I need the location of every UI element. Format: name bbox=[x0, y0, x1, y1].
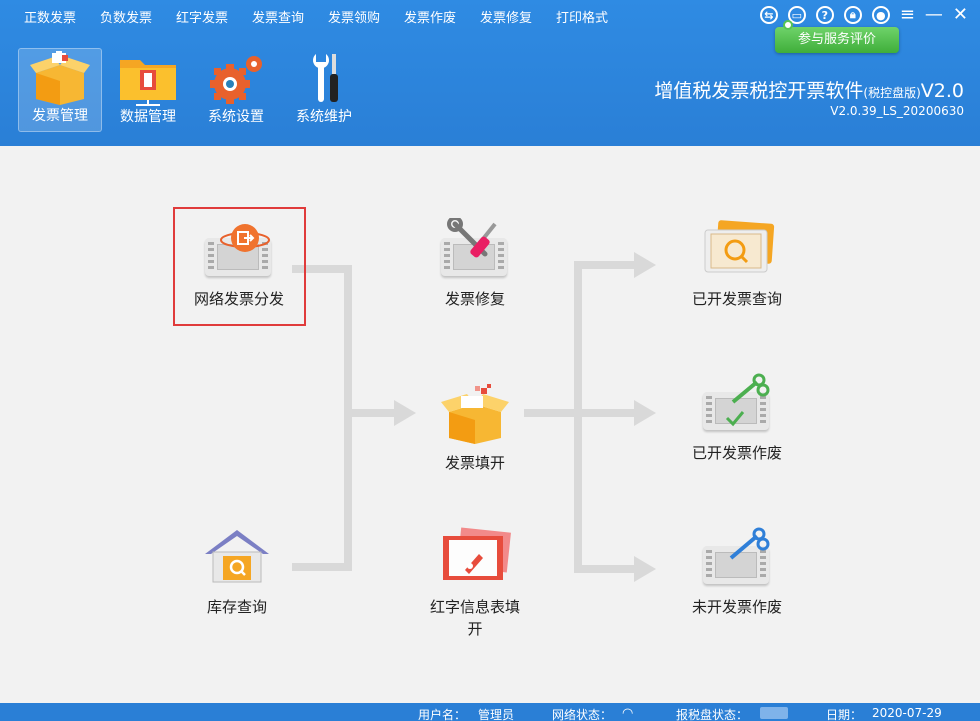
wifi-icon: ◠ bbox=[622, 706, 634, 721]
flow-connector bbox=[574, 261, 636, 269]
node-invoice-repair[interactable]: 发票修复 bbox=[410, 218, 540, 310]
node-label: 已开发票作废 bbox=[691, 444, 782, 462]
toolbar-data-management[interactable]: 数据管理 bbox=[106, 48, 190, 132]
status-date-value: 2020-07-29 bbox=[872, 706, 942, 720]
toolbar-system-settings[interactable]: 系统设置 bbox=[194, 48, 278, 132]
invoice-box-icon bbox=[435, 382, 515, 446]
feedback-indicator-icon bbox=[783, 20, 793, 30]
invoice-void-check-icon bbox=[697, 372, 777, 436]
arrow-icon bbox=[634, 556, 656, 582]
feedback-button[interactable]: 参与服务评价 bbox=[775, 27, 899, 53]
status-date-label: 日期： bbox=[826, 708, 863, 721]
menu-icon[interactable]: ≡ bbox=[900, 6, 915, 24]
menu-item-print-format[interactable]: 打印格式 bbox=[556, 7, 608, 26]
menu-item-invoice-purchase[interactable]: 发票领购 bbox=[328, 7, 380, 26]
status-bar: 用户名： 管理员 网络状态： ◠ 报税盘状态： 日期： 2020-07-29 bbox=[0, 703, 980, 721]
node-inventory-query[interactable]: 库存查询 bbox=[172, 526, 302, 618]
node-invoice-fill[interactable]: 发票填开 bbox=[410, 382, 540, 474]
node-label: 红字信息表填开 bbox=[429, 598, 520, 638]
toolbar-label: 发票管理 bbox=[32, 108, 88, 124]
toolbar-label: 数据管理 bbox=[120, 109, 176, 125]
red-letter-form-icon bbox=[435, 526, 515, 590]
node-red-info-fill[interactable]: 红字信息表填开 bbox=[410, 526, 540, 640]
flow-connector bbox=[574, 261, 582, 573]
menu-item-red-invoice[interactable]: 红字发票 bbox=[176, 7, 228, 26]
toolbar-label: 系统维护 bbox=[296, 109, 352, 125]
invoice-box-icon bbox=[28, 51, 92, 107]
workflow-panel: 网络发票分发 发票修复 已开发票查询 发票填开 已开发票作废 库存查询 红字信息… bbox=[0, 146, 980, 703]
invoice-search-icon bbox=[697, 218, 777, 282]
node-label: 发票修复 bbox=[444, 290, 505, 308]
flow-connector bbox=[574, 565, 636, 573]
app-title: 增值税发票税控开票软件(税控盘版)V2.0 bbox=[654, 80, 964, 102]
toolbar-system-maintenance[interactable]: 系统维护 bbox=[282, 48, 366, 132]
menu-item-invoice-query[interactable]: 发票查询 bbox=[252, 7, 304, 26]
flow-connector bbox=[578, 409, 636, 417]
status-disk-label: 报税盘状态： bbox=[676, 708, 749, 721]
node-issued-invoice-query[interactable]: 已开发票查询 bbox=[672, 218, 802, 310]
folder-icon bbox=[116, 50, 180, 106]
status-user-label: 用户名： bbox=[418, 708, 467, 721]
close-icon[interactable]: ✕ bbox=[953, 6, 968, 24]
disk-status-icon bbox=[760, 707, 788, 719]
node-label: 网络发票分发 bbox=[193, 290, 284, 308]
menu-item-invoice-repair[interactable]: 发票修复 bbox=[480, 7, 532, 26]
node-unissued-invoice-void[interactable]: 未开发票作废 bbox=[672, 526, 802, 618]
warehouse-search-icon bbox=[197, 526, 277, 590]
menu-item-negative-invoice[interactable]: 负数发票 bbox=[100, 7, 152, 26]
sync-icon[interactable]: ⇆ bbox=[759, 6, 778, 24]
invoice-dispatch-icon bbox=[199, 218, 279, 282]
status-user-value: 管理员 bbox=[478, 708, 515, 721]
arrow-icon bbox=[634, 400, 656, 426]
flow-connector bbox=[344, 265, 352, 571]
toolbar-label: 系统设置 bbox=[208, 109, 264, 125]
app-version: V2.0.39_LS_20200630 bbox=[830, 104, 964, 118]
node-network-invoice-dispatch[interactable]: 网络发票分发 bbox=[174, 218, 304, 310]
lock-icon[interactable]: 🔒︎ bbox=[843, 6, 862, 24]
status-network-label: 网络状态： bbox=[552, 708, 613, 721]
minimize-icon[interactable]: — bbox=[925, 6, 943, 24]
help-icon[interactable]: ? bbox=[815, 6, 834, 24]
repair-tools-icon bbox=[435, 218, 515, 282]
flow-connector bbox=[352, 409, 396, 417]
node-label: 发票填开 bbox=[444, 454, 505, 472]
invoice-void-icon bbox=[697, 526, 777, 590]
menu-item-invoice-void[interactable]: 发票作废 bbox=[404, 7, 456, 26]
tools-icon bbox=[292, 50, 356, 106]
node-issued-invoice-void[interactable]: 已开发票作废 bbox=[672, 372, 802, 464]
user-icon[interactable]: ● bbox=[871, 6, 890, 24]
gear-icon bbox=[204, 50, 268, 106]
node-label: 库存查询 bbox=[206, 598, 267, 616]
toolbar-invoice-management[interactable]: 发票管理 bbox=[18, 48, 102, 132]
menu-item-positive-invoice[interactable]: 正数发票 bbox=[24, 7, 76, 26]
node-label: 未开发票作废 bbox=[691, 598, 782, 616]
arrow-icon bbox=[634, 252, 656, 278]
node-label: 已开发票查询 bbox=[691, 290, 782, 308]
app-header: 正数发票 负数发票 红字发票 发票查询 发票领购 发票作废 发票修复 打印格式 … bbox=[0, 0, 980, 146]
